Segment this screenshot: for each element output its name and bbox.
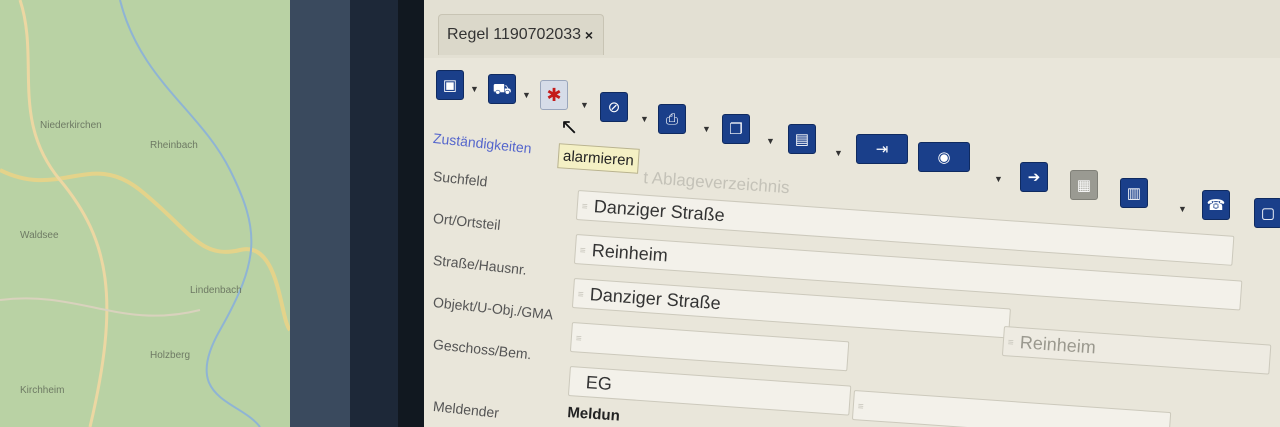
geschoss-value: EG [585, 372, 613, 394]
app-window: Regel 1190702033 × ▣ ▼ ⛟ ▼ ✱ ▼ ⊘ ▼ ⎙ ▼ ❐… [424, 0, 1280, 427]
label-ort: Ort/Ortsteil [432, 210, 502, 233]
label-geschoss: Geschoss/Bem. [432, 336, 533, 363]
field-marker-icon: ≡ [575, 333, 583, 345]
map-label: Rheinbach [150, 140, 198, 151]
meldung-heading: Meldun [566, 404, 621, 425]
map-label: Lindenbach [190, 285, 242, 296]
map-roads [0, 0, 290, 427]
field-marker-icon: ≡ [581, 201, 589, 213]
ghost-text: Ablageverzeichnis [651, 168, 791, 198]
ghost-prefix: t [642, 168, 649, 188]
monitor-bezel [350, 0, 398, 427]
map-label: Niederkirchen [40, 120, 102, 131]
field-marker-icon: ≡ [577, 289, 585, 301]
monitor-bezel [290, 0, 350, 427]
label-suchfeld: Suchfeld [432, 168, 489, 190]
field-marker-icon: ≡ [857, 401, 865, 413]
map-label: Waldsee [20, 230, 59, 241]
suchfeld-value: Danziger Straße [593, 196, 726, 226]
ort-value: Reinheim [591, 240, 669, 266]
ghost-hint: t Ablageverzeichnis [642, 168, 791, 198]
strasse-value: Danziger Straße [589, 284, 722, 314]
map-label: Kirchheim [20, 385, 65, 396]
objekt-input[interactable]: ≡ [569, 322, 850, 372]
field-marker-icon: ≡ [579, 245, 587, 257]
ort-right-input[interactable]: ≡ Reinheim [1001, 326, 1272, 375]
label-meldender: Meldender [432, 398, 500, 421]
geschoss-bem-input[interactable]: ≡ [851, 390, 1172, 427]
map-label: Holzberg [150, 350, 191, 361]
field-marker-icon: ≡ [1007, 337, 1015, 349]
label-objekt: Objekt/U-Obj./GMA [432, 294, 554, 323]
map-panel[interactable]: Niederkirchen Rheinbach Waldsee Lindenba… [0, 0, 290, 427]
section-title[interactable]: Zuständigkeiten [432, 130, 532, 156]
label-strasse: Straße/Hausnr. [432, 252, 528, 278]
form-panel: Zuständigkeiten Suchfeld Ort/Ortsteil St… [424, 0, 1280, 427]
ort-right-value: Reinheim [1019, 332, 1097, 358]
